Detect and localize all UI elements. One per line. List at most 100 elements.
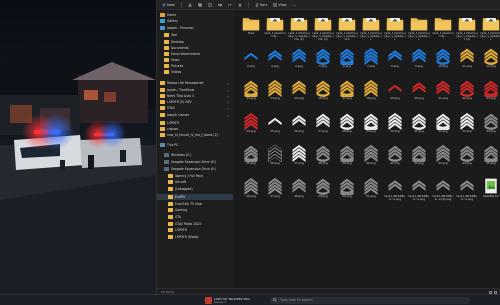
nav-item[interactable]: LSPDFR (Mods) — [157, 234, 233, 240]
paste-button[interactable] — [206, 1, 214, 8]
folder-item[interactable]: rank_1 (Kommunity... — [264, 13, 286, 42]
file-item[interactable]: rank1_NR-6081.0...e (2).png — [432, 176, 454, 205]
file-item[interactable]: 11.png — [456, 46, 478, 75]
file-item[interactable]: 32.png — [432, 111, 454, 140]
file-item[interactable]: 30.png — [384, 111, 406, 140]
file-item[interactable]: 39.png — [336, 143, 358, 172]
file-item[interactable]: 27.png — [312, 111, 334, 140]
file-item[interactable]: 41.png — [384, 143, 406, 172]
folder-icon — [168, 215, 173, 219]
taskbar-search-input[interactable]: Type here to search — [270, 296, 470, 304]
nav-item[interactable]: Windows (C:) — [157, 152, 233, 158]
file-item[interactable]: 35.png — [240, 143, 262, 172]
more-options-button[interactable]: ... — [291, 1, 298, 8]
folder-item[interactable]: rank_1 (Kommunity...y_header_ic (2) — [456, 13, 478, 42]
file-item[interactable]: 45.png — [480, 143, 500, 172]
file-item[interactable]: 15.png — [288, 78, 310, 107]
cut-button[interactable] — [186, 1, 194, 8]
file-item[interactable]: 46.png — [240, 176, 262, 205]
file-item[interactable]: 23.png — [480, 78, 500, 107]
nav-item[interactable]: Videos — [157, 69, 233, 75]
nav-item[interactable]: Aircraft — [157, 179, 233, 185]
file-item[interactable]: 19.png — [384, 78, 406, 107]
nav-item[interactable]: Joseph Games ↗ — [157, 112, 233, 118]
file-item[interactable]: rank1_NR-6081.0...e.png — [456, 176, 478, 205]
file-item[interactable]: 24.png — [240, 111, 262, 140]
file-item[interactable]: 18.png — [360, 78, 382, 107]
file-item[interactable]: 10.png — [432, 46, 454, 75]
file-item[interactable]: 33.png — [456, 111, 478, 140]
file-name: 3.png — [271, 64, 279, 68]
file-item[interactable]: 9.png — [408, 46, 430, 75]
file-item[interactable]: 16.png — [312, 78, 334, 107]
file-item[interactable]: 36.png — [264, 143, 286, 172]
delete-button[interactable] — [236, 1, 244, 8]
file-item[interactable]: 12.png — [480, 46, 500, 75]
file-item[interactable]: 13.png — [240, 78, 262, 107]
nav-item[interactable]: Gallery — [157, 18, 233, 24]
rename-button[interactable] — [216, 1, 224, 8]
nav-item[interactable]: Seagate Expansion Drive (E:) — [157, 159, 233, 165]
file-item[interactable]: 47.png — [264, 176, 286, 205]
file-item[interactable]: 20.png — [408, 78, 430, 107]
file-item[interactable]: 43.png — [432, 143, 454, 172]
nav-item[interactable]: Roblox Life Remastered ↗ — [157, 80, 233, 86]
file-item[interactable]: rank1_NR-6081.0...e.png — [384, 176, 406, 205]
folder-item[interactable]: rank_1 (Kommunity...y_header_ic — [360, 13, 382, 42]
file-item[interactable]: 22.png — [456, 78, 478, 107]
nav-item[interactable]: Gaming — [157, 207, 233, 213]
folder-item[interactable]: rank_1 (Kommunity...y_header_ic — [480, 13, 500, 42]
file-item[interactable]: 28.png — [336, 111, 358, 140]
file-item[interactable]: 6.png — [336, 46, 358, 75]
file-item[interactable]: 37.png — [288, 143, 310, 172]
nav-item[interactable]: joseph - Personal — [157, 25, 233, 31]
copy-button[interactable] — [196, 1, 204, 8]
file-item[interactable]: 8.png — [384, 46, 406, 75]
file-item[interactable]: ReadMe.txt — [480, 176, 500, 205]
folder-item[interactable]: rank_1 (Kommunity...y_header_ic — [408, 13, 430, 42]
folder-icon — [314, 14, 332, 32]
user-account[interactable]: LSPD HQ TROOPER PSG Deputy 1 — [205, 296, 250, 304]
file-item[interactable]: 40.png — [360, 143, 382, 172]
nav-item[interactable]: EvoPD — [157, 194, 233, 200]
folder-item[interactable]: rank_1 (Kommunity...y_header_ic — [384, 13, 406, 42]
file-item[interactable]: 7.png — [360, 46, 382, 75]
file-item[interactable]: 5.png — [312, 46, 334, 75]
folder-item[interactable]: rank_1 (Kommunity...y_header_icon (3) — [312, 13, 334, 42]
file-item[interactable]: rank1_NR-6081.0...e.png — [408, 176, 430, 205]
file-item[interactable]: 21.png — [432, 78, 454, 107]
file-item[interactable]: 42.png — [408, 143, 430, 172]
nav-item[interactable]: Seagate Expansion Drive (E:) — [157, 166, 233, 172]
nav-item[interactable]: Tool — [157, 32, 233, 38]
folder-item[interactable]: rank_1 (Kommunity...y_header_icon — [336, 13, 358, 42]
file-item[interactable]: 50.png — [336, 176, 358, 205]
nav-item[interactable]: (Untagged) — [157, 186, 233, 192]
share-button[interactable] — [226, 1, 234, 8]
file-item[interactable]: 25.png — [264, 111, 286, 140]
folder-item[interactable]: rank_1 (Kommunity... — [432, 13, 454, 42]
file-item[interactable]: 44.png — [456, 143, 478, 172]
folder-item[interactable]: rank_1 (Kommunity...y_header_icon (2) — [288, 13, 310, 42]
folder-item[interactable]: Tools — [240, 13, 262, 42]
file-item[interactable]: 38.png — [312, 143, 334, 172]
file-item[interactable]: 49.png — [312, 176, 334, 205]
file-item[interactable]: 4.png — [288, 46, 310, 75]
nav-item[interactable]: GTAV ↗ — [157, 105, 233, 111]
file-item[interactable]: 31.png — [408, 111, 430, 140]
file-item[interactable]: 34.png — [480, 111, 500, 140]
file-item[interactable]: 48.png — [288, 176, 310, 205]
file-item[interactable]: 17.png — [336, 78, 358, 107]
nav-item[interactable]: new_hi_funnel_hi_mp_f_dashl (2) — [157, 132, 233, 138]
file-item[interactable]: 14.png — [264, 78, 286, 107]
file-item[interactable]: 26.png — [288, 111, 310, 140]
new-button[interactable]: New — [160, 1, 177, 8]
nav-item[interactable]: GTA — [157, 214, 233, 220]
nav-item[interactable]: LSPDFR — [157, 227, 233, 233]
file-item[interactable]: 29.png — [360, 111, 382, 140]
nav-item[interactable]: This PC — [157, 142, 233, 148]
view-button[interactable]: View — [271, 1, 289, 8]
file-item[interactable]: 51.png — [360, 176, 382, 205]
sort-button[interactable]: Sort — [253, 1, 269, 8]
file-item[interactable]: 3.png — [264, 46, 286, 75]
file-item[interactable]: 2.png — [240, 46, 262, 75]
